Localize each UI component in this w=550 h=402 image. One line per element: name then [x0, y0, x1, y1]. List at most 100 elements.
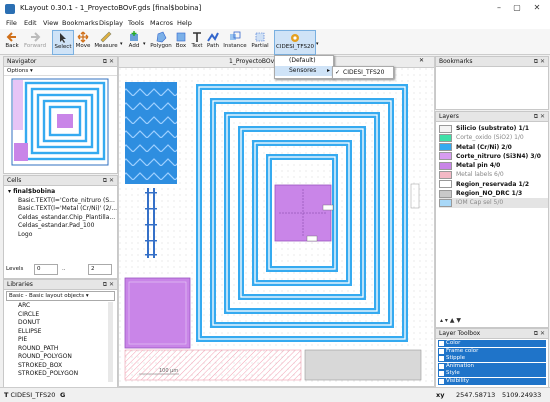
text-button[interactable]: Text	[190, 30, 204, 53]
back-button[interactable]: Back	[3, 30, 21, 53]
navigator-options[interactable]: Options ▾	[4, 67, 117, 76]
canvas-tab-close-icon[interactable]: ✕	[419, 57, 424, 64]
level-from-spinbox[interactable]: 0	[34, 264, 58, 275]
polygon-button[interactable]: Polygon	[150, 30, 172, 53]
layers-float-close-icon[interactable]: ⧉ ✕	[534, 112, 545, 121]
cell-item[interactable]: Celdas_estandar.Chip_Plantilla...	[8, 214, 117, 223]
box-icon	[176, 32, 186, 42]
navigator-float-close-icon[interactable]: ⧉ ✕	[103, 57, 114, 66]
layer-row[interactable]: Region_reservada 1/2	[439, 180, 548, 189]
layer-swatch	[439, 143, 452, 152]
main-toolbar: Back Forward Select Move Measure ▾ Add ▾…	[0, 29, 550, 55]
library-item[interactable]: PIE	[18, 336, 117, 345]
arrow-right-icon	[31, 32, 41, 42]
layer-row[interactable]: Silicio (substrato) 1/1	[439, 124, 548, 133]
close-icon[interactable]: ✕	[530, 2, 544, 14]
library-item[interactable]: STROKED_BOX	[18, 362, 117, 371]
status-y: 5109.24933	[502, 391, 542, 399]
cell-item[interactable]: Basic.TEXT(l='Metal (Cr/Ni)' (2/...	[8, 205, 117, 214]
toolbox-color[interactable]: Color	[438, 340, 546, 347]
toolbox-float-close-icon[interactable]: ⧉ ✕	[534, 329, 545, 338]
toolbox-stipple[interactable]: Stipple	[438, 355, 546, 362]
layer-row[interactable]: Region_NO_DRC 1/3	[439, 189, 548, 198]
layers-panel: Layers ⧉ ✕ Silicio (substrato) 1/1 Corte…	[435, 111, 549, 328]
scale-bar-label: 100 μm	[159, 368, 178, 374]
measure-button[interactable]: Measure	[94, 30, 118, 53]
layer-row[interactable]: Corte_oxido (SiO2) 1/0	[439, 133, 548, 142]
path-icon	[207, 32, 219, 42]
libraries-float-close-icon[interactable]: ⧉ ✕	[103, 280, 114, 289]
library-item[interactable]: CIRCLE	[18, 311, 117, 320]
maximize-icon[interactable]: ▢	[510, 2, 524, 14]
library-item[interactable]: ROUND_PATH	[18, 345, 117, 354]
technology-dropdown-icon[interactable]: ▾	[316, 41, 319, 47]
status-bar: T CIDESI_TFS20 G xy 2547.58713 5109.2493…	[0, 387, 550, 402]
path-button[interactable]: Path	[206, 30, 220, 53]
toolbox-style[interactable]: Style	[438, 370, 546, 377]
layer-nav-arrows-icon[interactable]: ▴ ▾ ▲ ▼	[440, 317, 461, 324]
toolbox-animation[interactable]: Animation	[438, 362, 546, 370]
move-button[interactable]: Move	[74, 30, 92, 53]
menu-edit[interactable]: Edit	[24, 19, 37, 27]
library-item[interactable]: ROUND_POLYGON	[18, 353, 117, 362]
ruler-icon	[100, 31, 112, 43]
layers-title: Layers ⧉ ✕	[436, 112, 548, 122]
library-item[interactable]: DONUT	[18, 319, 117, 328]
cell-item-root[interactable]: ▾ final$bobina	[8, 188, 117, 197]
bookmarks-float-close-icon[interactable]: ⧉ ✕	[534, 57, 545, 66]
menu-item-default[interactable]: (Default)	[275, 56, 333, 66]
box-button[interactable]: Box	[174, 30, 188, 53]
level-to-spinbox[interactable]: 2	[88, 264, 112, 275]
cell-item[interactable]: Logo	[8, 231, 117, 240]
layer-row[interactable]: Metal (Cr/Ni) 2/0	[439, 143, 548, 152]
instance-button[interactable]: Instance	[222, 30, 248, 53]
menu-help[interactable]: Help	[177, 19, 192, 27]
sensores-submenu: ✓ CIDESI_TFS20	[332, 66, 394, 79]
menu-item-sensores[interactable]: Sensores ▸	[275, 66, 333, 76]
menu-view[interactable]: View	[43, 19, 58, 27]
submenu-arrow-icon: ▸	[326, 67, 330, 74]
layer-row[interactable]: IOM Cap sel 5/0	[439, 198, 548, 208]
layer-swatch	[439, 152, 452, 161]
add-dropdown-icon[interactable]: ▾	[143, 41, 146, 47]
cells-float-close-icon[interactable]: ⧉ ✕	[103, 176, 114, 185]
measure-dropdown-icon[interactable]: ▾	[120, 41, 123, 47]
layout-drawing[interactable]: 100 μm	[119, 68, 434, 386]
instance-icon	[230, 31, 241, 40]
menu-item-cidesi[interactable]: ✓ CIDESI_TFS20	[333, 67, 393, 78]
layer-row[interactable]: Metal labels 6/0	[439, 170, 548, 179]
libraries-title: Libraries ⧉ ✕	[4, 280, 117, 290]
cell-item[interactable]: Basic.TEXT(l='Corte_nitruro (S...	[8, 197, 117, 206]
library-list: ARC CIRCLE DONUT ELLIPSE PIE ROUND_PATH …	[4, 302, 117, 379]
bookmarks-title: Bookmarks ⧉ ✕	[436, 57, 548, 67]
technology-button[interactable]: CIDESI_TFS20	[274, 30, 316, 55]
layout-canvas[interactable]: 100 μm	[118, 67, 435, 387]
library-item[interactable]: STROKED_POLYGON	[18, 370, 117, 379]
library-item[interactable]: ARC	[18, 302, 117, 311]
library-item[interactable]: ELLIPSE	[18, 328, 117, 337]
levels-label: Levels	[6, 266, 24, 272]
cell-item[interactable]: Celdas_estandar.Pad_100	[8, 222, 117, 231]
menu-display[interactable]: Display	[99, 19, 123, 27]
menu-bookmarks[interactable]: Bookmarks	[62, 19, 98, 27]
menu-macros[interactable]: Macros	[150, 19, 173, 27]
library-select[interactable]: Basic - Basic layout objects ▾	[6, 291, 115, 301]
status-xy-label: xy	[436, 391, 445, 399]
toolbox-rows: Color Frame color Stipple Animation Styl…	[436, 339, 548, 385]
forward-button[interactable]: Forward	[22, 30, 48, 53]
toolbox-visibility[interactable]: Visibility	[438, 377, 546, 385]
partial-button[interactable]: Partial	[250, 30, 270, 53]
toolbox-frame-color[interactable]: Frame color	[438, 347, 546, 355]
library-scrollbar[interactable]	[108, 302, 113, 382]
select-button[interactable]: Select	[52, 30, 74, 55]
layer-row[interactable]: Corte_nitruro (Si3N4) 3/0	[439, 152, 548, 161]
menu-tools[interactable]: Tools	[128, 19, 144, 27]
minimize-icon[interactable]: –	[492, 2, 506, 14]
cursor-icon	[60, 33, 66, 43]
navigator-preview[interactable]	[10, 77, 110, 167]
menu-bar: File Edit View Bookmarks Display Tools M…	[0, 18, 550, 29]
layer-row[interactable]: Metal pin 4/0	[439, 161, 548, 170]
cells-panel: Cells ⧉ ✕ ▾ final$bobina Basic.TEXT(l='C…	[3, 175, 118, 279]
add-button[interactable]: Add	[126, 30, 142, 53]
menu-file[interactable]: File	[6, 19, 17, 27]
